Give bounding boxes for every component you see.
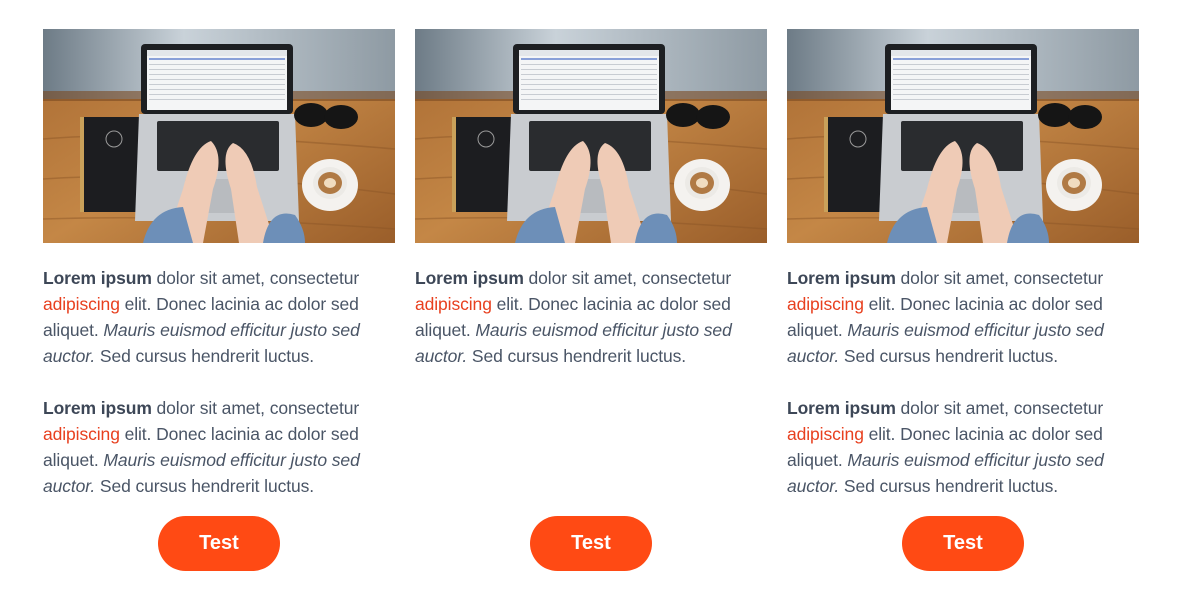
card-grid: Lorem ipsum dolor sit amet, consectetur … bbox=[0, 0, 1180, 602]
test-button[interactable]: Test bbox=[530, 516, 652, 571]
card-2: Lorem ipsum dolor sit amet, consectetur … bbox=[415, 29, 767, 571]
card-paragraph: Lorem ipsum dolor sit amet, consectetur … bbox=[787, 265, 1139, 369]
bold-text: Lorem ipsum bbox=[43, 268, 152, 288]
highlight-text: adipiscing bbox=[43, 424, 120, 444]
body-text: Sed cursus hendrerit luctus. bbox=[839, 346, 1059, 366]
bold-text: Lorem ipsum bbox=[787, 268, 896, 288]
body-text: dolor sit amet, consectetur bbox=[151, 268, 360, 288]
card-1: Lorem ipsum dolor sit amet, consectetur … bbox=[43, 29, 395, 571]
highlight-text: adipiscing bbox=[787, 424, 864, 444]
laptop-desk-image bbox=[43, 29, 395, 243]
body-text: dolor sit amet, consectetur bbox=[895, 268, 1104, 288]
bold-text: Lorem ipsum bbox=[787, 398, 896, 418]
card-paragraph: Lorem ipsum dolor sit amet, consectetur … bbox=[43, 265, 395, 369]
body-text: Sed cursus hendrerit luctus. bbox=[95, 476, 315, 496]
test-button[interactable]: Test bbox=[902, 516, 1024, 571]
highlight-text: adipiscing bbox=[787, 294, 864, 314]
bold-text: Lorem ipsum bbox=[415, 268, 524, 288]
body-text: Sed cursus hendrerit luctus. bbox=[839, 476, 1059, 496]
card-paragraph: Lorem ipsum dolor sit amet, consectetur … bbox=[43, 395, 395, 499]
laptop-desk-image bbox=[787, 29, 1139, 243]
body-text: dolor sit amet, consectetur bbox=[895, 398, 1104, 418]
card-paragraph: Lorem ipsum dolor sit amet, consectetur … bbox=[415, 265, 767, 369]
body-text: Sed cursus hendrerit luctus. bbox=[95, 346, 315, 366]
body-text: Sed cursus hendrerit luctus. bbox=[467, 346, 687, 366]
card-paragraph: Lorem ipsum dolor sit amet, consectetur … bbox=[787, 395, 1139, 499]
highlight-text: adipiscing bbox=[415, 294, 492, 314]
body-text: dolor sit amet, consectetur bbox=[523, 268, 732, 288]
bold-text: Lorem ipsum bbox=[43, 398, 152, 418]
test-button[interactable]: Test bbox=[158, 516, 280, 571]
highlight-text: adipiscing bbox=[43, 294, 120, 314]
body-text: dolor sit amet, consectetur bbox=[151, 398, 360, 418]
laptop-desk-image bbox=[415, 29, 767, 243]
card-3: Lorem ipsum dolor sit amet, consectetur … bbox=[787, 29, 1139, 571]
